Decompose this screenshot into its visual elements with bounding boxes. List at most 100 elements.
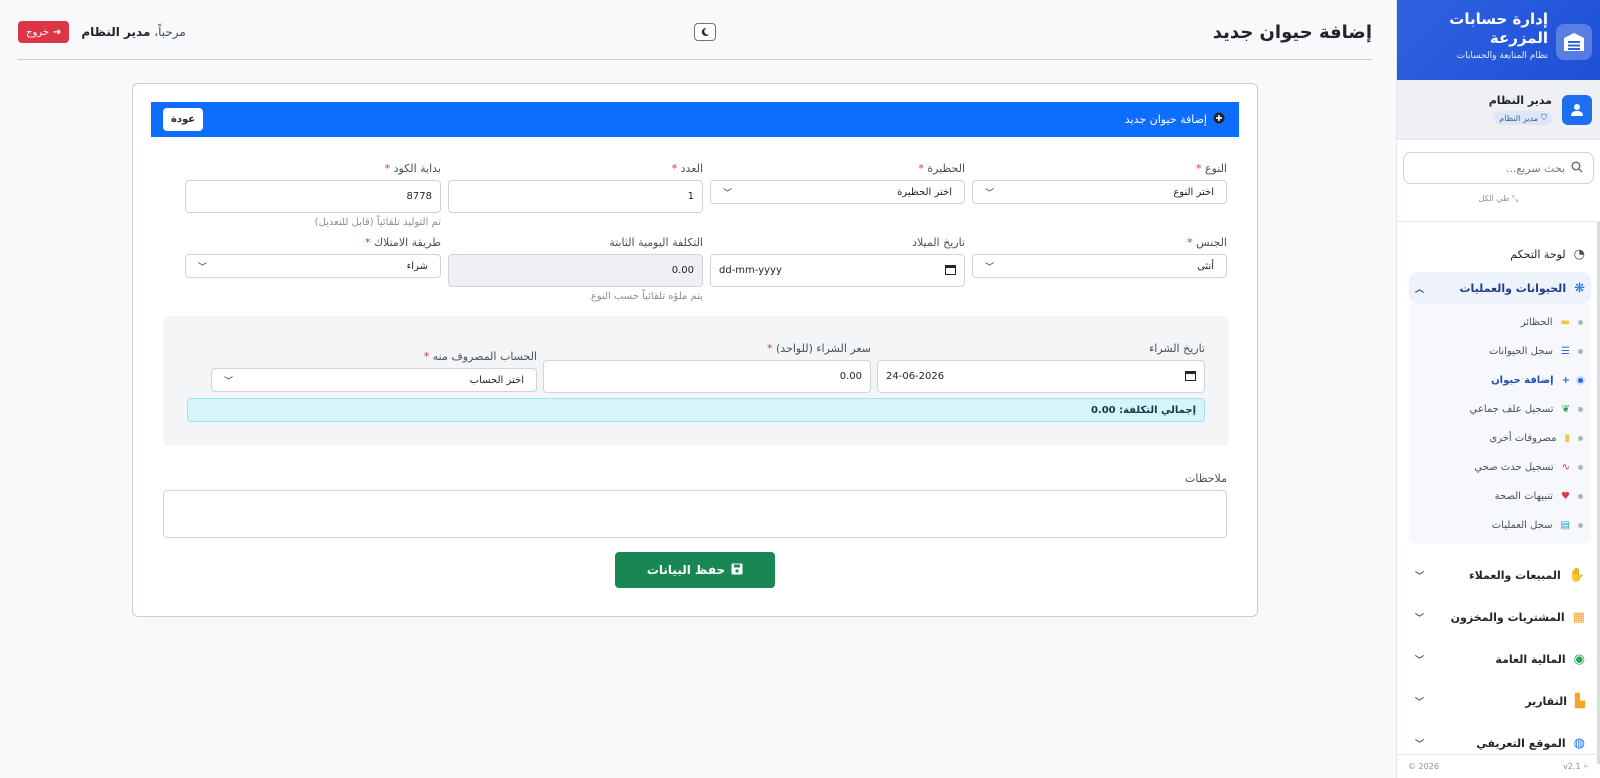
notes-label: ملاحظات	[1185, 472, 1227, 485]
purchase-date-value: 24-06-2026	[886, 371, 945, 382]
page-title: إضافة حيوان جديد	[1212, 22, 1372, 43]
chevron-down-icon: ﹀	[723, 188, 733, 199]
chevron-down-icon: ﹀	[985, 188, 995, 199]
count-field: العدد * 1	[448, 162, 703, 213]
bullet-dot	[1578, 378, 1583, 383]
sidebar-item-label: المالية العامة	[1495, 652, 1566, 666]
sidebar-group-animals[interactable]: ❋ الحيوانات والعمليات ︿	[1409, 272, 1591, 304]
purchase-price-field: سعر الشراء (للواحد) * 0.00	[543, 342, 871, 393]
copyright-year: 2026 ©	[1408, 762, 1439, 771]
sidebar-item-label: إضافة حيوان	[1491, 375, 1554, 386]
type-field: النوع * اختر النوع ﹀	[972, 162, 1227, 204]
purchase-date-label: تاريخ الشراء	[1149, 342, 1205, 355]
bullet-dot	[1578, 407, 1583, 412]
bullet-dot	[1578, 436, 1583, 441]
main-content: إضافة حيوان جديد مرحباً، مدير النظام ➜ خ…	[0, 0, 1396, 778]
birth-date-input[interactable]: dd-mm-yyyy	[710, 254, 965, 287]
boxes-icon: ▦	[1572, 609, 1585, 625]
gender-label-text: الجنس	[1196, 236, 1227, 249]
paw-icon: ❋	[1574, 280, 1585, 296]
sidebar-group-sales[interactable]: ✋ المبيعات والعملاء ﹀	[1409, 554, 1591, 596]
calendar-icon[interactable]	[1185, 370, 1196, 384]
chevron-down-icon: ﹀	[198, 262, 208, 273]
type-label: النوع *	[1196, 162, 1227, 175]
sidebar-group-reports[interactable]: ▙ التقارير ﹀	[1409, 680, 1591, 722]
globe-icon: ◍	[1573, 735, 1585, 751]
chevron-down-icon: ﹀	[224, 376, 234, 387]
code-start-label-text: بداية الكود	[393, 162, 441, 175]
sidebar-item-health-alerts[interactable]: ♥ تنبيهات الصحة	[1409, 482, 1591, 511]
notes-textarea[interactable]	[163, 490, 1227, 538]
daily-cost-field: التكلفة اليومية الثابتة 0.00 يتم ملؤه تل…	[448, 236, 703, 302]
purchase-date-input[interactable]: 24-06-2026	[877, 360, 1205, 393]
plus-icon: +	[1561, 375, 1570, 386]
sidebar-footer: ⑂ v2.1 2026 ©	[1396, 754, 1600, 778]
chevron-down-icon: ﹀	[1415, 697, 1425, 708]
sidebar-item-label: المشتريات والمخزون	[1450, 610, 1565, 624]
moon-icon	[700, 25, 710, 40]
barn-label-text: الحظيرة	[927, 162, 965, 175]
ownership-field: طريقة الامتلاك * شراء ﹀	[185, 236, 441, 278]
sidebar-item-health-event[interactable]: ∿ تسجيل حدث صحي	[1409, 453, 1591, 482]
list-icon: ☰	[1561, 346, 1570, 357]
sidebar-item-operations-log[interactable]: ▤ سجل العمليات	[1409, 511, 1591, 540]
save-button[interactable]: حفظ البيانات	[615, 552, 775, 588]
sidebar: إدارة حسابات المزرعة نظام المتابعة والحس…	[1396, 0, 1600, 778]
code-start-field: بداية الكود * 8778 تم التوليد تلقائياً (…	[185, 162, 441, 228]
sidebar-item-add-animal[interactable]: + إضافة حيوان	[1409, 366, 1591, 395]
chart-icon: ▙	[1575, 693, 1585, 709]
floppy-disk-icon	[731, 563, 743, 578]
sidebar-group-purchases[interactable]: ▦ المشتريات والمخزون ﹀	[1409, 596, 1591, 638]
type-select-value: اختر النوع	[1173, 186, 1214, 198]
count-label-text: العدد	[680, 162, 703, 175]
bullet-dot	[1578, 465, 1583, 470]
back-button[interactable]: عودة	[163, 108, 204, 131]
account-label-text: الحساب المصروف منه	[432, 350, 537, 363]
purchase-price-input[interactable]: 0.00	[543, 360, 871, 393]
warehouse-icon	[1556, 24, 1592, 60]
birth-date-field: تاريخ الميلاد dd-mm-yyyy	[710, 236, 965, 287]
bullet-dot	[1578, 523, 1583, 528]
purchase-price-label: سعر الشراء (للواحد) *	[767, 342, 871, 355]
sidebar-item-other-expenses[interactable]: ▮ مصروفات أخرى	[1409, 424, 1591, 453]
count-input[interactable]: 1	[448, 180, 703, 213]
sidebar-item-group-feed[interactable]: ❦ تسجيل علف جماعي	[1409, 395, 1591, 424]
animals-submenu: ▬ الحظائر ☰ سجل الحيوانات + إضافة حيوان …	[1409, 304, 1591, 544]
barn-icon: ▬	[1560, 317, 1570, 328]
user-icon	[1562, 94, 1592, 125]
card-title: إضافة حيوان جديد	[1124, 113, 1207, 126]
sidebar-group-finance[interactable]: ◉ المالية العامة ﹀	[1409, 638, 1591, 680]
type-select[interactable]: اختر النوع ﹀	[972, 180, 1227, 204]
collapse-all-button[interactable]: ⤡ طي الكل	[1403, 194, 1594, 204]
calendar-icon[interactable]	[945, 264, 956, 278]
sidebar-item-barns[interactable]: ▬ الحظائر	[1409, 308, 1591, 337]
bullet-dot	[1578, 320, 1583, 325]
sidebar-item-dashboard[interactable]: ◔ لوحة التحكم	[1409, 236, 1591, 272]
barn-select[interactable]: اختر الحظيرة ﹀	[710, 180, 965, 204]
sidebar-item-label: تنبيهات الصحة	[1494, 491, 1554, 502]
logout-button[interactable]: ➜ خروج	[18, 21, 70, 43]
sidebar-search-input[interactable]	[1414, 161, 1565, 175]
code-start-input[interactable]: 8778	[185, 180, 441, 213]
plus-circle-icon	[1213, 112, 1225, 127]
gender-select-value: أنثى	[1197, 260, 1214, 272]
ownership-label: طريقة الامتلاك *	[364, 236, 441, 249]
sidebar-item-animal-log[interactable]: ☰ سجل الحيوانات	[1409, 337, 1591, 366]
daily-cost-hint: يتم ملؤه تلقائياً حسب النوع	[590, 291, 703, 302]
ownership-select[interactable]: شراء ﹀	[185, 254, 441, 278]
birth-date-value: dd-mm-yyyy	[719, 265, 782, 276]
gender-select[interactable]: أنثى ﹀	[972, 254, 1227, 278]
sidebar-search[interactable]	[1403, 152, 1594, 184]
total-cost-alert: إجمالي التكلفة: 0.00	[187, 398, 1205, 422]
account-select[interactable]: اختر الحساب ﹀	[211, 368, 537, 392]
daily-cost-label: التكلفة اليومية الثابتة	[609, 236, 703, 249]
account-label: الحساب المصروف منه *	[423, 350, 537, 363]
receipt-icon: ▮	[1564, 433, 1570, 444]
theme-toggle-button[interactable]	[694, 23, 716, 41]
welcome-prefix: مرحباً،	[154, 25, 186, 39]
purchase-price-label-text: سعر الشراء (للواحد)	[776, 342, 871, 355]
clipboard-icon: ▤	[1560, 520, 1570, 531]
account-select-value: اختر الحساب	[469, 374, 524, 386]
chevron-up-icon: ︿	[1415, 284, 1425, 295]
daily-cost-input: 0.00	[448, 254, 703, 287]
